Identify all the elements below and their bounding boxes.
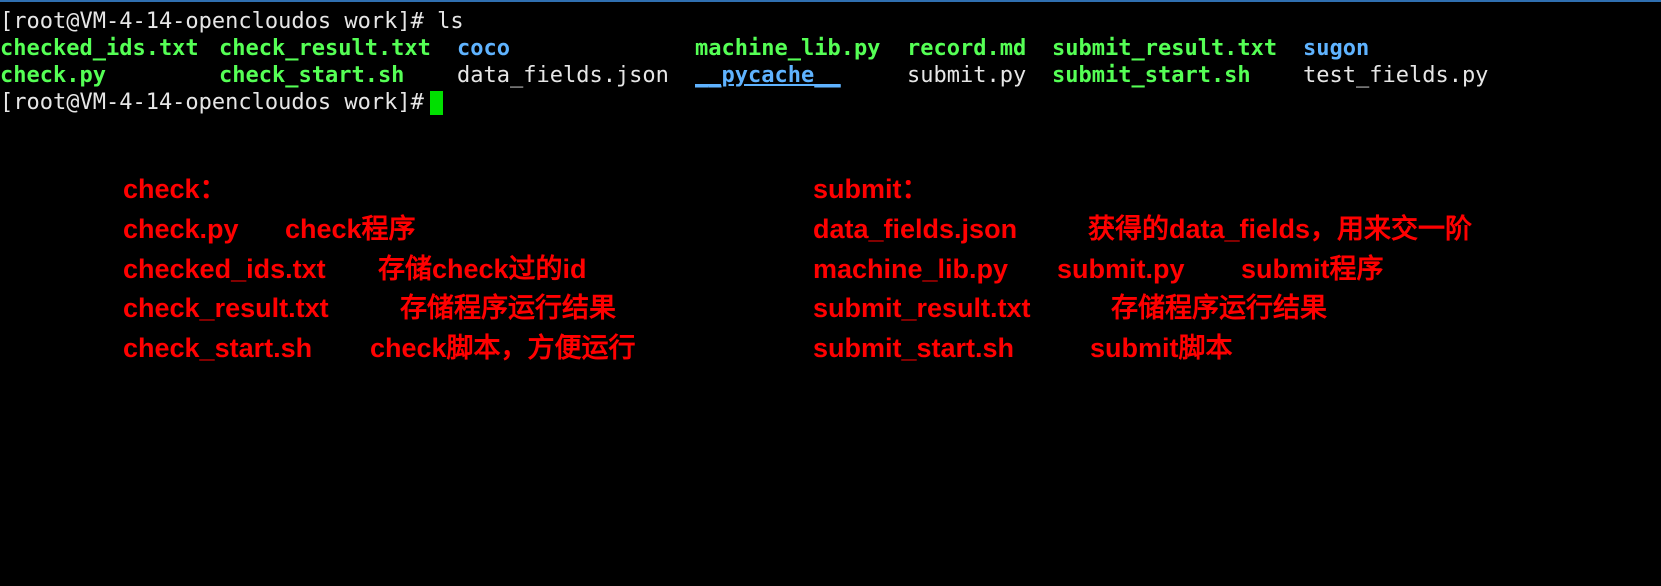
terminal-line-command: [root@VM-4-14-opencloudos work]# ls — [0, 8, 1661, 36]
annotation-submit-desc: submit程序 — [1241, 254, 1384, 284]
file-entry: checked_ids.txt — [0, 36, 199, 61]
directory-entry: __pycache__ — [695, 63, 841, 88]
annotation-check-file: check.py — [123, 214, 239, 244]
annotation-check-file: check_start.sh — [123, 333, 313, 363]
annotation-submit-desc: 获得的data_fields，用来交一阶 — [1088, 214, 1473, 244]
annotation-submit-file: submit_result.txt — [813, 293, 1031, 323]
file-entry: machine_lib.py — [695, 36, 881, 61]
annotation-check-desc: check程序 — [285, 214, 416, 244]
annotation-submit-desc: submit.py — [1057, 254, 1185, 284]
terminal-line-listing-1: checked_ids.txt check_result.txt coco ma… — [0, 35, 1661, 63]
directory-entry: sugon — [1303, 36, 1370, 61]
file-entry: check_start.sh — [219, 63, 405, 88]
annotation-check-file: check_result.txt — [123, 293, 329, 323]
file-entry: submit.py — [907, 63, 1027, 88]
annotation-check-desc: check脚本，方便运行 — [370, 333, 636, 363]
file-entry: submit_start.sh — [1052, 63, 1251, 88]
terminal-line-prompt: [root@VM-4-14-opencloudos work]# — [0, 89, 1661, 117]
annotation-check-file: checked_ids.txt — [123, 254, 326, 284]
prompt-command-text: [root@VM-4-14-opencloudos work]# ls — [0, 9, 464, 34]
annotation-submit-file: machine_lib.py — [813, 254, 1009, 284]
annotation-check-heading: check： — [123, 174, 227, 204]
terminal-line-listing-2: check.py check_start.sh data_fields.json… — [0, 62, 1661, 90]
file-entry: check_result.txt — [219, 36, 431, 61]
file-entry: data_fields.json — [457, 63, 669, 88]
window-top-border — [0, 0, 1661, 2]
file-entry: submit_result.txt — [1052, 36, 1278, 61]
directory-entry: coco — [457, 36, 510, 61]
terminal-screen[interactable]: [root@VM-4-14-opencloudos work]# ls chec… — [0, 3, 1661, 586]
annotation-submit-heading: submit： — [813, 174, 929, 204]
file-entry: check.py — [0, 63, 106, 88]
annotation-submit-file: submit_start.sh — [813, 333, 1015, 363]
annotation-submit-desc: submit脚本 — [1090, 333, 1233, 363]
annotation-check-desc: 存储check过的id — [378, 254, 587, 284]
annotation-submit-file: data_fields.json — [813, 214, 1018, 244]
prompt-text: [root@VM-4-14-opencloudos work]# — [0, 90, 438, 115]
file-entry: record.md — [907, 36, 1027, 61]
terminal-cursor — [430, 91, 443, 115]
file-entry: test_fields.py — [1303, 63, 1489, 88]
annotation-submit-desc: 存储程序运行结果 — [1111, 293, 1327, 323]
annotation-check-desc: 存储程序运行结果 — [400, 293, 616, 323]
